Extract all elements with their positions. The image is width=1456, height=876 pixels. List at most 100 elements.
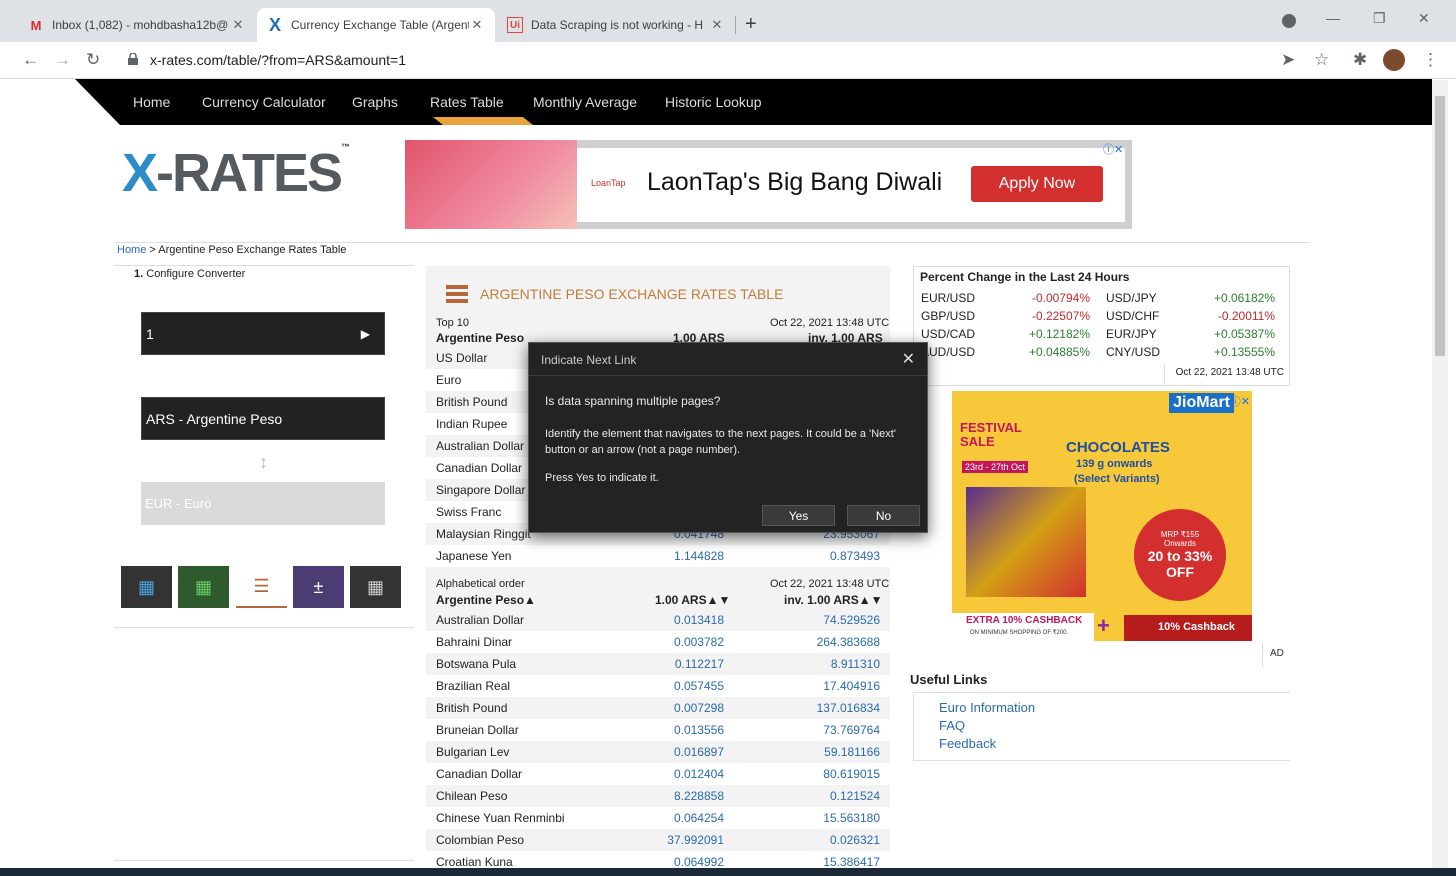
ad-mrp: MRP ₹155 Onwards [1160,530,1200,548]
back-icon[interactable]: ← [22,50,39,70]
rate-value[interactable]: 0.003782 [674,635,724,649]
close-icon[interactable]: ✕ [230,17,246,33]
no-button[interactable]: No [847,505,920,526]
inverse-rate-value[interactable]: 0.121524 [830,789,880,803]
inverse-rate-value[interactable]: 80.619015 [823,767,880,781]
nav-currency-calculator[interactable]: Currency Calculator [202,94,326,110]
rate-value[interactable]: 0.112217 [675,657,724,671]
table-row: Botswana Pula 0.112217 8.911310 [426,653,890,675]
close-icon[interactable]: ✕ [469,17,485,33]
profile-avatar[interactable] [1383,49,1405,71]
calculator-icon[interactable]: ▦ [121,566,172,608]
col2-header-sortable[interactable]: inv. 1.00 ARS▲▼ [784,593,882,607]
reload-icon[interactable]: ↻ [86,50,100,70]
close-window-icon[interactable]: ✕ [1418,10,1430,27]
inverse-rate-value[interactable]: 59.181166 [824,745,880,759]
inverse-rate-value[interactable]: 17.404916 [823,679,880,693]
amount-input[interactable]: 1 ▶ [141,312,385,355]
base-col-header-sortable[interactable]: Argentine Peso▲ [436,593,536,607]
star-icon[interactable]: ☆ [1314,50,1329,70]
rate-value[interactable]: 8.228858 [674,789,724,803]
nav-monthly-average[interactable]: Monthly Average [533,94,637,110]
nav-historic-lookup[interactable]: Historic Lookup [665,94,762,110]
inverse-rate-value[interactable]: 8.911310 [831,657,880,671]
currency-pair[interactable]: AUD/USD [921,345,975,359]
divider [1262,643,1263,667]
indicate-next-link-dialog: Indicate Next Link ✕ Is data spanning mu… [528,342,928,533]
percent-change-value: +0.06182% [1213,291,1275,305]
scrollbar-thumb[interactable] [1435,96,1445,356]
rate-value[interactable]: 0.064992 [674,855,724,869]
rate-value[interactable]: 1.144828 [674,549,724,563]
currency-pair[interactable]: USD/JPY [1106,291,1157,305]
adchoices-icon[interactable]: ⓘ✕ [1103,141,1123,157]
col1-header-sortable[interactable]: 1.00 ARS▲▼ [655,593,730,607]
currency-pair[interactable]: GBP/USD [921,309,975,323]
rate-value[interactable]: 0.007298 [674,701,724,715]
inverse-rate-value[interactable]: 15.563180 [823,811,880,825]
jiomart-ad[interactable]: JioMart ⓘ✕ FESTIVAL SALE 23rd - 27th Oct… [952,391,1252,641]
apply-now-button[interactable]: Apply Now [971,166,1103,202]
extensions-icon[interactable]: ✱ [1353,50,1367,70]
inverse-rate-value[interactable]: 0.026321 [830,833,880,847]
close-icon[interactable]: ✕ [902,349,915,369]
inverse-rate-value[interactable]: 0.873493 [830,549,880,563]
tab-gmail[interactable]: M Inbox (1,082) - mohdbasha12b@ ✕ [18,8,256,42]
tab-uipath[interactable]: Ui Data Scraping is not working - H ✕ [497,8,735,42]
nav-home[interactable]: Home [133,94,170,110]
menu-icon[interactable]: ⋮ [1422,50,1439,70]
currency-name: Bruneian Dollar [436,723,519,737]
currency-pair[interactable]: EUR/USD [921,291,975,305]
from-currency-select[interactable]: ARS - Argentine Peso [141,397,385,440]
rates-title: ARGENTINE PESO EXCHANGE RATES TABLE [480,286,784,302]
tab-title: Data Scraping is not working - H [531,18,704,32]
link-feedback[interactable]: Feedback [939,736,996,751]
currency-name: Japanese Yen [436,549,512,563]
nav-rates-table[interactable]: Rates Table [430,94,504,110]
rate-value[interactable]: 0.064254 [674,811,724,825]
to-currency-select[interactable]: EUR - Euro [141,482,385,525]
forward-icon[interactable]: → [54,50,71,70]
swap-icon[interactable]: ↕ [259,452,268,473]
inverse-rate-value[interactable]: 264.383688 [817,635,880,649]
rate-value[interactable]: 0.012404 [674,767,724,781]
rate-value[interactable]: 0.057455 [674,679,724,693]
rates-table-icon[interactable]: ☰ [236,566,287,608]
tab-xrates[interactable]: X Currency Exchange Table (Argent ✕ [257,8,495,42]
play-icon[interactable]: ▶ [361,327,370,341]
link-euro-information[interactable]: Euro Information [939,700,1035,715]
breadcrumb-home[interactable]: Home [117,244,146,256]
currency-pair[interactable]: USD/CAD [921,327,975,341]
banner-ad[interactable]: LoanTap LaonTap's Big Bang Diwali Apply … [405,140,1132,229]
inverse-rate-value[interactable]: 73.769764 [823,723,880,737]
currency-pair[interactable]: EUR/JPY [1106,327,1157,341]
inverse-rate-value[interactable]: 74.529526 [823,613,880,627]
tab-search-icon[interactable] [1282,14,1296,28]
currency-pair[interactable]: CNY/USD [1106,345,1160,359]
adchoices-icon[interactable]: ⓘ✕ [1230,393,1250,409]
calendar-icon[interactable]: ▦ [350,566,401,608]
nav-graphs[interactable]: Graphs [352,94,398,110]
site-logo[interactable]: X-RATES™ [122,142,350,204]
rate-value[interactable]: 37.992091 [667,833,724,847]
ad-discount-badge: MRP ₹155 Onwards 20 to 33% OFF [1134,509,1226,601]
yes-button[interactable]: Yes [762,505,835,526]
rate-value[interactable]: 0.016897 [674,745,724,759]
new-tab-icon[interactable]: + [745,13,757,36]
graph-icon[interactable]: ▦ [178,566,229,608]
link-faq[interactable]: FAQ [939,718,965,733]
rate-value[interactable]: 0.013418 [674,613,724,627]
inverse-rate-value[interactable]: 15.386417 [823,855,880,869]
inverse-rate-value[interactable]: 137.016834 [817,701,880,715]
rate-value[interactable]: 0.013556 [674,723,724,737]
table-row: Chinese Yuan Renminbi 0.064254 15.563180 [426,807,890,829]
table-row: Colombian Peso 37.992091 0.026321 [426,829,890,851]
currency-pair[interactable]: USD/CHF [1106,309,1159,323]
close-icon[interactable]: ✕ [709,17,725,33]
address-bar[interactable]: x-rates.com/table/?from=ARS&amount=1 [150,52,406,68]
minimize-icon[interactable]: — [1326,10,1340,26]
send-icon[interactable]: ➤ [1281,50,1295,70]
percent-change-value: +0.05387% [1213,327,1275,341]
plus-minus-icon[interactable]: ± [293,566,344,608]
restore-icon[interactable]: ❐ [1373,10,1386,27]
